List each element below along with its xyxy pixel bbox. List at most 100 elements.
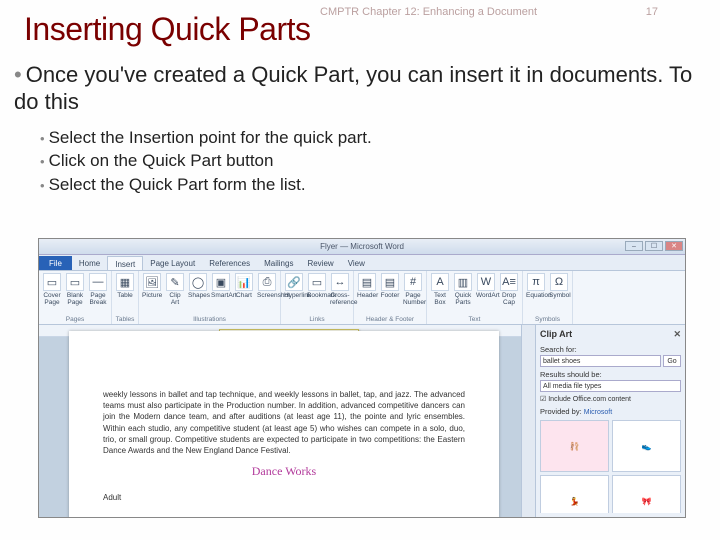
provided-by-label: Provided by: (540, 407, 582, 416)
picture-button[interactable]: 🖼Picture (142, 273, 162, 306)
drop-cap-button[interactable]: A≡Drop Cap (499, 273, 519, 306)
document-page: weekly lessons in ballet and tap techniq… (69, 331, 499, 517)
drop-cap-icon: A≡ (500, 273, 518, 291)
hyperlink-icon: 🔗 (285, 273, 303, 291)
text-box-button[interactable]: AText Box (430, 273, 450, 306)
clipart-thumb[interactable]: 🩰 (540, 420, 609, 472)
clipart-thumb[interactable]: 👟 (612, 420, 681, 472)
sub-bullet: •Select the Quick Part form the list. (40, 173, 706, 197)
ribbon-group-label: Tables (115, 316, 135, 323)
hyperlink-button[interactable]: 🔗Hyperlink (284, 273, 304, 306)
symbol-button[interactable]: ΩSymbol (549, 273, 569, 299)
blank-page-button[interactable]: ▭Blank Page (65, 273, 85, 306)
clipart-thumb[interactable]: 🎀 (612, 475, 681, 513)
clipart-thumb[interactable]: 💃 (540, 475, 609, 513)
minimize-button[interactable]: – (625, 241, 643, 251)
tab-home[interactable]: Home (72, 256, 107, 270)
window-title: Flyer — Microsoft Word (320, 242, 404, 251)
clip-art-icon: ✎ (166, 273, 184, 291)
smartart-button[interactable]: ▣SmartArt (211, 273, 231, 306)
provider-link[interactable]: Microsoft (584, 409, 612, 416)
ribbon-group-label: Illustrations (142, 316, 277, 323)
include-office-checkbox[interactable]: ☑ Include Office.com content (540, 395, 681, 403)
ribbon: ▭Cover Page▭Blank Page―Page BreakPages▦T… (39, 271, 685, 325)
table-icon: ▦ (116, 273, 134, 291)
ribbon-group-links: 🔗Hyperlink▭Bookmark↔Cross-reference Links (281, 271, 354, 324)
bookmark-icon: ▭ (308, 273, 326, 291)
sub-bullet: •Select the Insertion point for the quic… (40, 126, 706, 150)
ribbon-group-label: Text (430, 316, 519, 323)
clip-art-button[interactable]: ✎Clip Art (165, 273, 185, 306)
chapter-label: CMPTR Chapter 12: Enhancing a Document (320, 6, 537, 18)
results-select[interactable]: All media file types (540, 380, 681, 392)
search-input[interactable]: ballet shoes (540, 355, 661, 367)
results-label: Results should be: (540, 370, 681, 379)
blank-page-icon: ▭ (66, 273, 84, 291)
tab-page-layout[interactable]: Page Layout (143, 256, 202, 270)
slide-title: Inserting Quick Parts (24, 11, 311, 48)
document-heading: Dance Works (103, 464, 465, 479)
header-button[interactable]: ▤Header (357, 273, 377, 306)
tab-review[interactable]: Review (300, 256, 340, 270)
picture-icon: 🖼 (143, 273, 161, 291)
scrollbar[interactable] (521, 325, 535, 517)
ribbon-group-label: Pages (42, 316, 108, 323)
smartart-icon: ▣ (212, 273, 230, 291)
document-caption: Adult (103, 493, 465, 502)
text-box-icon: A (431, 273, 449, 291)
sub-bullet: •Click on the Quick Part button (40, 149, 706, 173)
ribbon-group-header-footer: ▤Header▤Footer#Page Number Header & Foote… (354, 271, 427, 324)
ribbon-group-symbols: πEquationΩSymbol Symbols (523, 271, 573, 324)
ribbon-group-label: Symbols (526, 316, 569, 323)
cover-page-icon: ▭ (43, 273, 61, 291)
table-button[interactable]: ▦Table (115, 273, 135, 299)
ribbon-group-tables: ▦Table Tables (112, 271, 139, 324)
go-button[interactable]: Go (663, 355, 681, 367)
clipart-pane-title: Clip Art (540, 329, 572, 340)
ribbon-group-label: Header & Footer (357, 316, 423, 323)
close-pane-icon[interactable]: ✕ (673, 329, 681, 340)
footer-button[interactable]: ▤Footer (380, 273, 400, 306)
maximize-button[interactable]: ☐ (645, 241, 663, 251)
wordart-icon: W (477, 273, 495, 291)
ribbon-group-text: AText Box▥Quick PartsWWordArtA≡Drop Cap T… (427, 271, 523, 324)
document-body-text: weekly lessons in ballet and tap techniq… (103, 389, 465, 456)
page-number-icon: # (404, 273, 422, 291)
close-button[interactable]: ✕ (665, 241, 683, 251)
clipart-pane: Clip Art ✕ Search for: ballet shoes Go R… (535, 325, 685, 517)
tab-mailings[interactable]: Mailings (257, 256, 300, 270)
ribbon-group-illustrations: 🖼Picture✎Clip Art◯Shapes▣SmartArt📊Chart⎙… (139, 271, 281, 324)
cover-page-button[interactable]: ▭Cover Page (42, 273, 62, 306)
symbol-icon: Ω (550, 273, 568, 291)
quick-parts-button[interactable]: ▥Quick Parts (453, 273, 473, 306)
page-break-button[interactable]: ―Page Break (88, 273, 108, 306)
document-area[interactable]: Insert Page Number Insert page numbers i… (39, 325, 521, 517)
word-screenshot: Flyer — Microsoft Word – ☐ ✕ File Home I… (38, 238, 686, 518)
ribbon-group-label: Links (284, 316, 350, 323)
header-icon: ▤ (358, 273, 376, 291)
page-number: 17 (646, 6, 658, 18)
main-bullet: •Once you've created a Quick Part, you c… (14, 62, 706, 116)
screenshot-button[interactable]: ⎙Screenshot (257, 273, 277, 306)
quick-parts-icon: ▥ (454, 273, 472, 291)
shapes-button[interactable]: ◯Shapes (188, 273, 208, 306)
search-label: Search for: (540, 345, 681, 354)
tab-references[interactable]: References (202, 256, 257, 270)
page-number-button[interactable]: #Page Number (403, 273, 423, 306)
screenshot-icon: ⎙ (258, 273, 276, 291)
cross-reference-icon: ↔ (331, 273, 349, 291)
tab-insert[interactable]: Insert (107, 256, 143, 270)
shapes-icon: ◯ (189, 273, 207, 291)
file-tab[interactable]: File (39, 256, 72, 270)
bookmark-button[interactable]: ▭Bookmark (307, 273, 327, 306)
chart-icon: 📊 (235, 273, 253, 291)
footer-icon: ▤ (381, 273, 399, 291)
tab-view[interactable]: View (341, 256, 372, 270)
chart-button[interactable]: 📊Chart (234, 273, 254, 306)
page-break-icon: ― (89, 273, 107, 291)
cross-reference-button[interactable]: ↔Cross-reference (330, 273, 350, 306)
ribbon-group-pages: ▭Cover Page▭Blank Page―Page Break Pages (39, 271, 112, 324)
equation-icon: π (527, 273, 545, 291)
wordart-button[interactable]: WWordArt (476, 273, 496, 306)
equation-button[interactable]: πEquation (526, 273, 546, 299)
